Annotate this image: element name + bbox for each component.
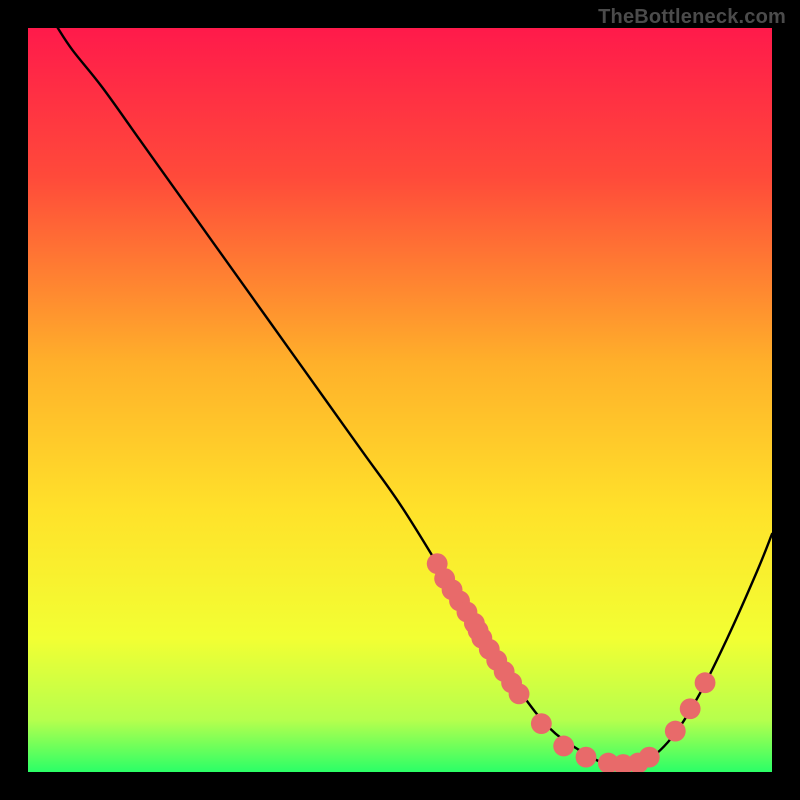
chart-stage: TheBottleneck.com bbox=[0, 0, 800, 800]
highlight-dot bbox=[695, 672, 716, 693]
highlight-dot bbox=[531, 713, 552, 734]
watermark-text: TheBottleneck.com bbox=[598, 6, 786, 29]
chart-svg bbox=[28, 28, 772, 772]
highlight-dot bbox=[639, 747, 660, 768]
plot-area bbox=[28, 28, 772, 772]
highlight-dot bbox=[509, 683, 530, 704]
highlight-dot bbox=[553, 736, 574, 757]
highlight-dot bbox=[576, 747, 597, 768]
highlight-dot bbox=[665, 721, 686, 742]
highlight-dot bbox=[680, 698, 701, 719]
